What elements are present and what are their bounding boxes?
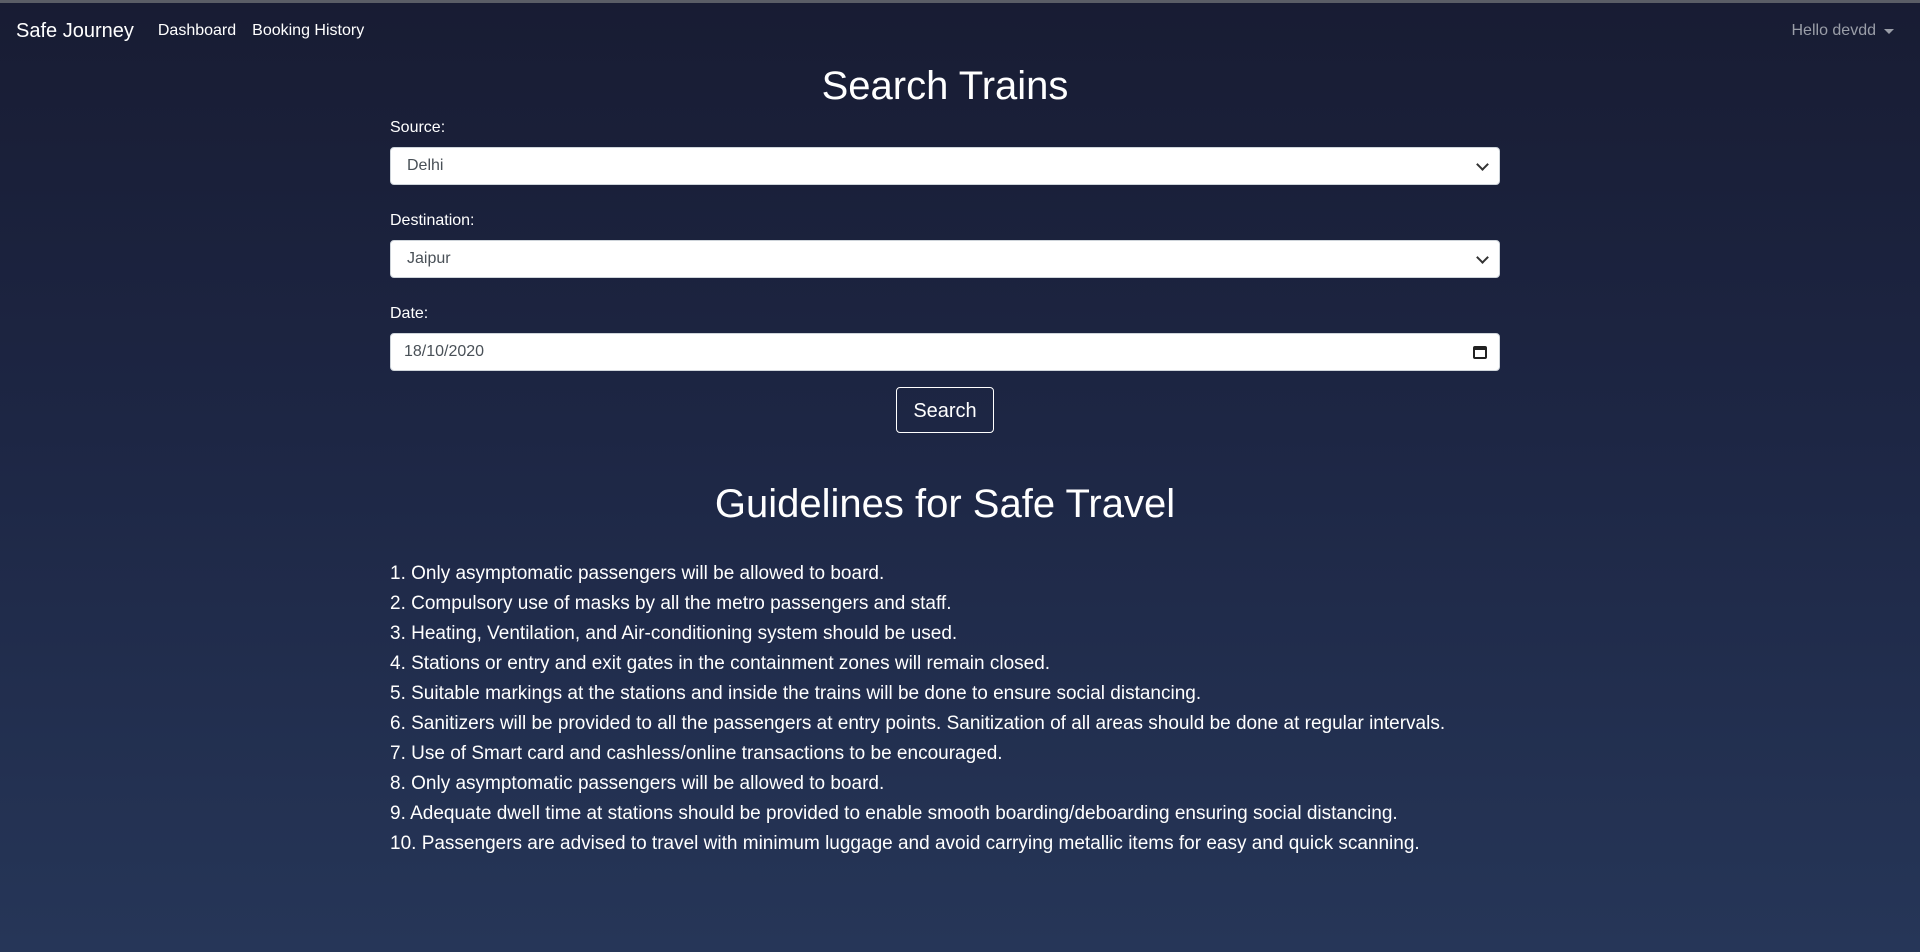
source-value: Delhi <box>407 157 444 174</box>
page-title: Search Trains <box>821 64 1069 108</box>
source-label: Source: <box>390 119 446 136</box>
guideline-item: 10. Passengers are advised to travel wit… <box>390 833 1420 854</box>
user-dropdown[interactable]: Hello devdd <box>1792 22 1905 40</box>
guideline-item: 8. Only asymptomatic passengers will be … <box>390 773 885 794</box>
destination-select[interactable]: Jaipur <box>390 240 1500 278</box>
date-label: Date: <box>390 305 429 322</box>
calendar-icon[interactable] <box>1473 345 1487 359</box>
chevron-down-icon <box>1476 157 1489 171</box>
chevron-down-icon <box>1476 250 1489 264</box>
guideline-item: 6. Sanitizers will be provided to all th… <box>390 713 1446 734</box>
search-button-wrapper: Search <box>390 387 1500 433</box>
guidelines-title: Guidelines for Safe Travel <box>714 482 1176 526</box>
brand-logo[interactable]: Safe Journey <box>16 20 134 43</box>
date-input[interactable]: 18/10/2020 <box>390 333 1500 371</box>
guideline-item: 7. Use of Smart card and cashless/online… <box>390 743 1003 764</box>
guideline-item: 5. Suitable markings at the stations and… <box>390 683 1202 704</box>
nav-link-dashboard[interactable]: Dashboard <box>158 22 236 40</box>
destination-label: Destination: <box>390 212 475 229</box>
guideline-item: 1. Only asymptomatic passengers will be … <box>390 563 885 584</box>
search-button[interactable]: Search <box>896 387 994 433</box>
user-greeting: Hello devdd <box>1791 22 1877 39</box>
nav-link-booking-history[interactable]: Booking History <box>252 22 364 40</box>
date-value: 18/10/2020 <box>404 343 485 360</box>
guideline-item: 9. Adequate dwell time at stations shoul… <box>390 803 1398 824</box>
caret-down-icon <box>1884 28 1894 34</box>
guideline-item: 2. Compulsory use of masks by all the me… <box>390 593 952 614</box>
main-content: Search Trains Source: Delhi Destination:… <box>390 66 1500 859</box>
destination-value: Jaipur <box>407 250 451 267</box>
guideline-item: 4. Stations or entry and exit gates in t… <box>390 653 1051 674</box>
guidelines-list: 1. Only asymptomatic passengers will be … <box>390 559 1500 859</box>
top-navbar: Safe Journey Dashboard Booking History H… <box>0 3 1920 59</box>
guideline-item: 3. Heating, Ventilation, and Air-conditi… <box>390 623 958 644</box>
source-select[interactable]: Delhi <box>390 147 1500 185</box>
